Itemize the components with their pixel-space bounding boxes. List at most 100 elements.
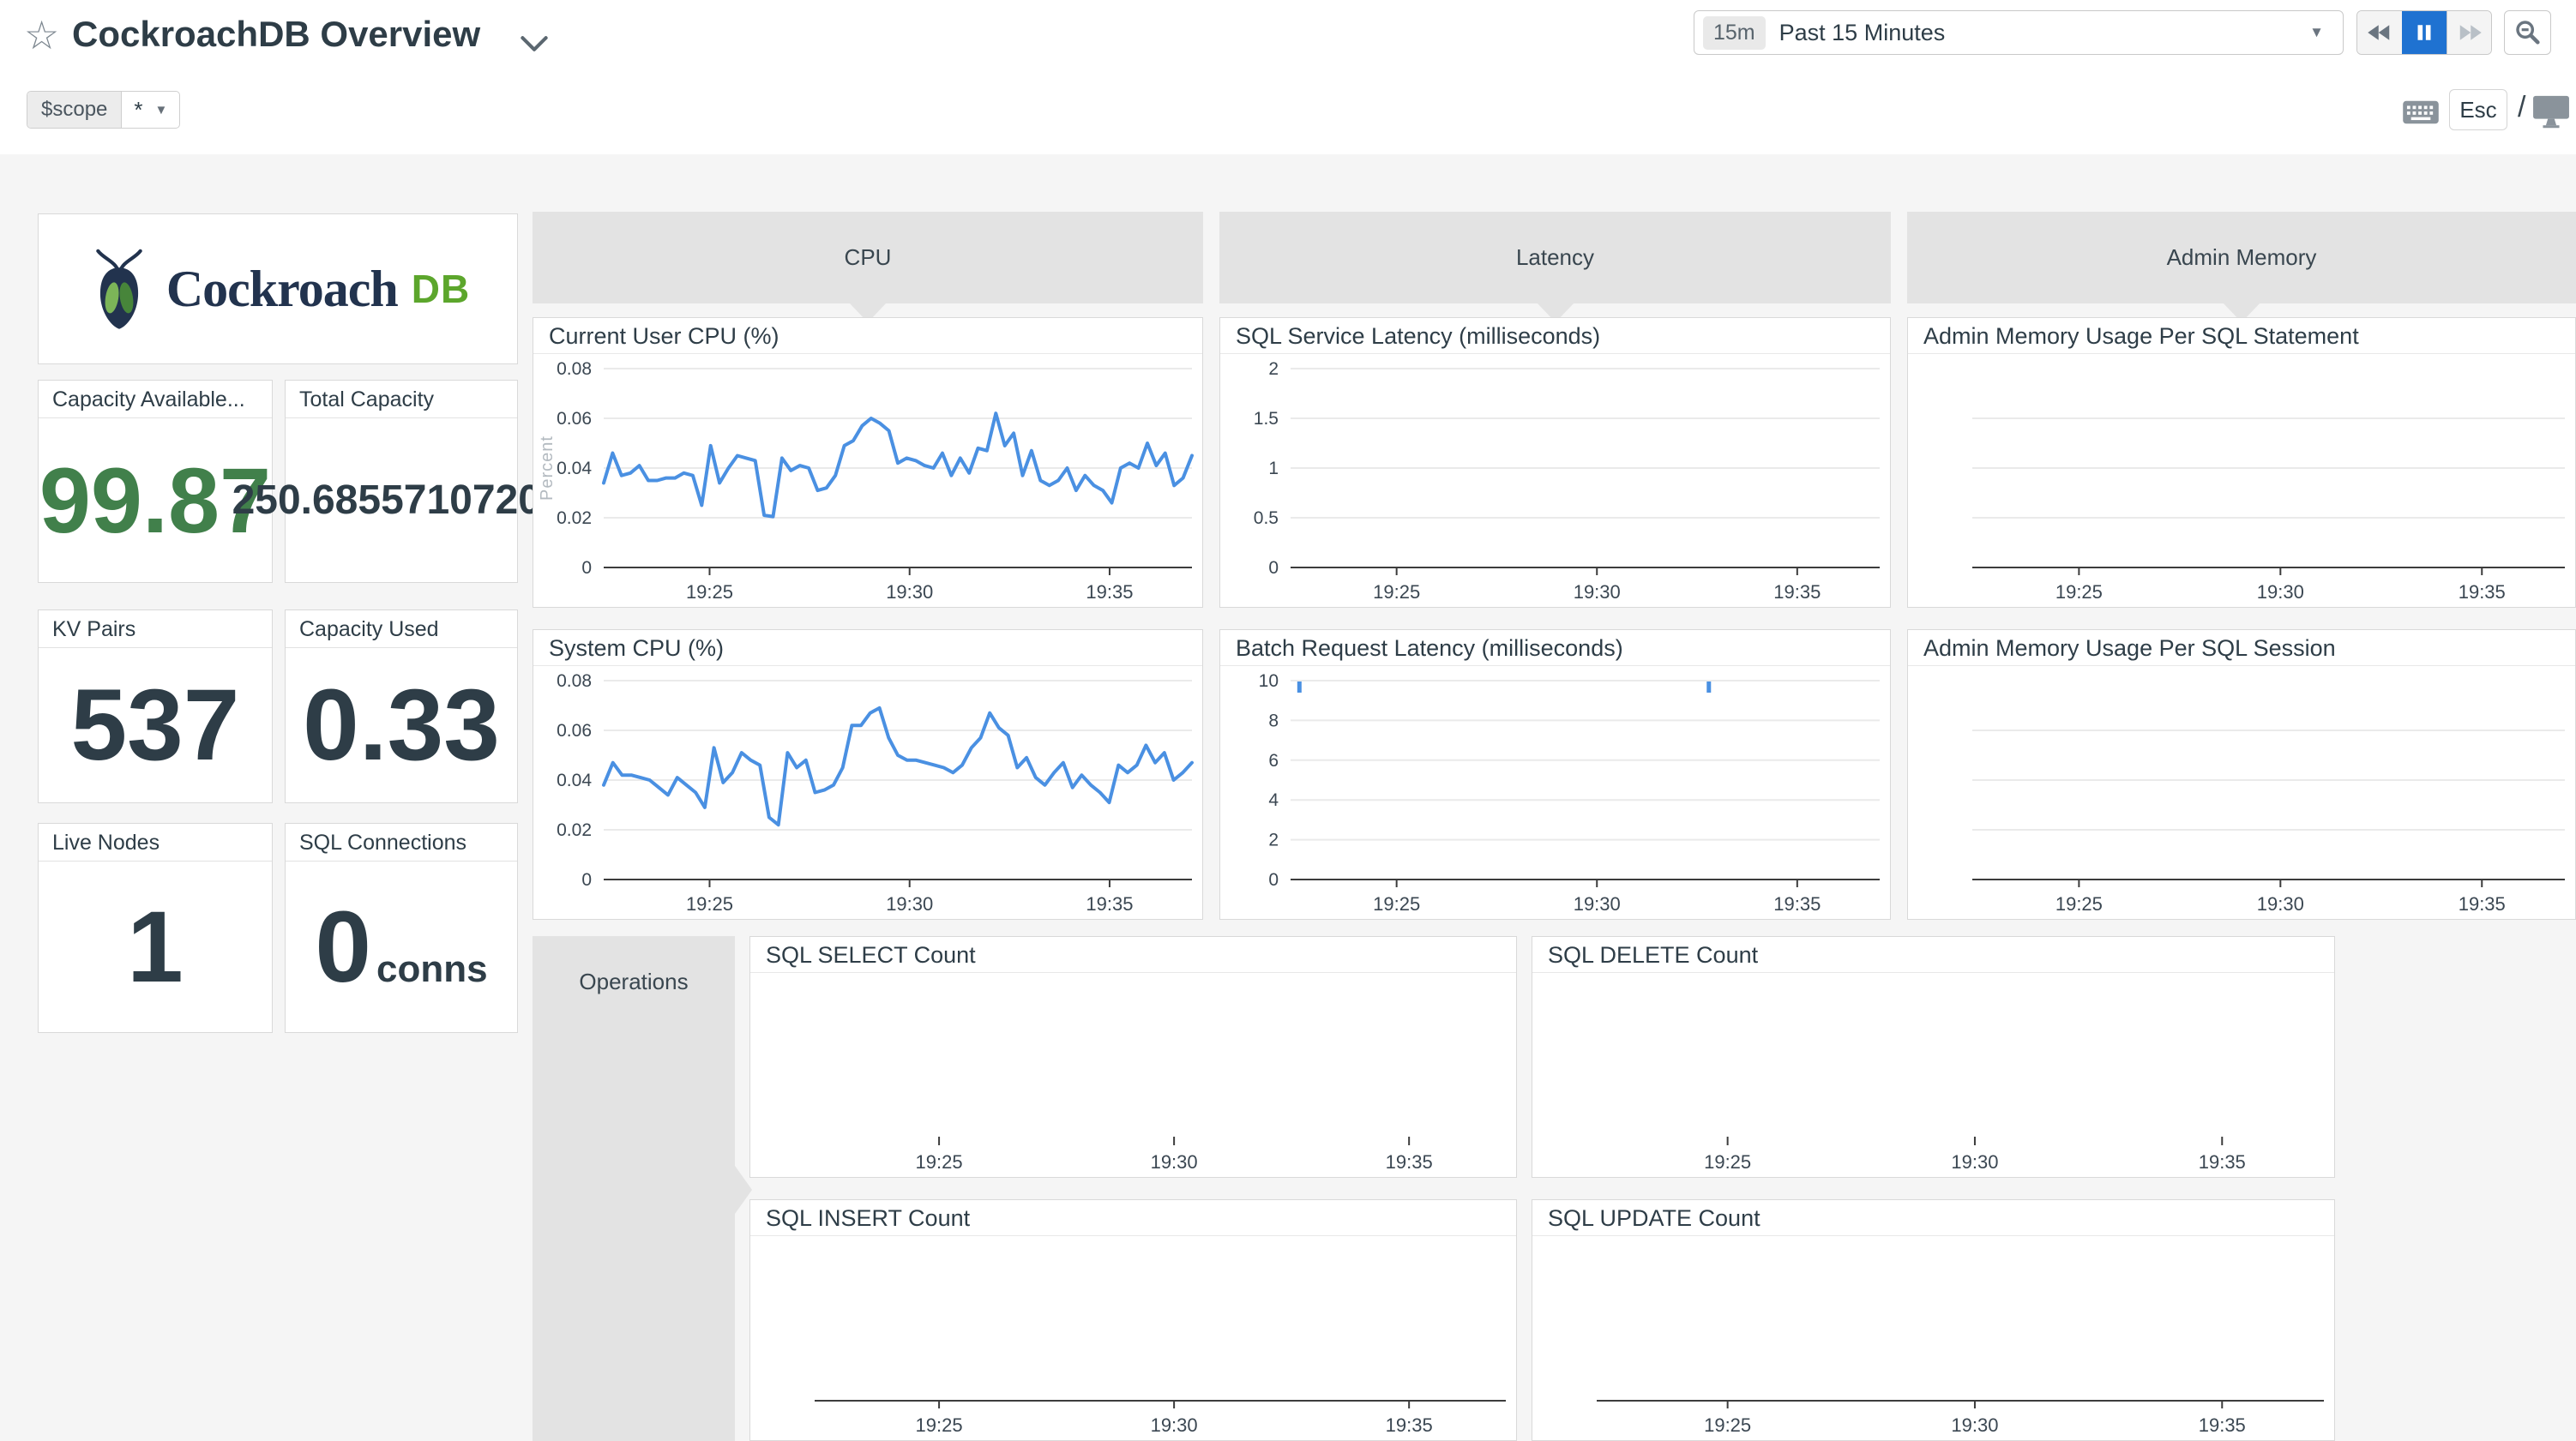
chart-title: SQL INSERT Count (750, 1200, 1516, 1236)
stat-value: 0 (315, 897, 371, 998)
svg-text:0.02: 0.02 (557, 820, 592, 840)
stat-value: 0.33 (303, 675, 500, 776)
stat-value: 537 (71, 675, 240, 776)
stat-label: Total Capacity (286, 381, 517, 418)
svg-text:19:30: 19:30 (1574, 893, 1621, 915)
chart-card-sql-service-latency: SQL Service Latency (milliseconds) 00.51… (1219, 317, 1891, 608)
svg-text:19:35: 19:35 (2199, 1414, 2246, 1436)
chart-plot-sql-service-latency[interactable]: 00.511.5219:2519:3019:35 (1220, 355, 1890, 607)
cockroachdb-logo-widget: Cockroach DB (38, 213, 518, 364)
svg-text:0.5: 0.5 (1254, 508, 1279, 528)
svg-text:19:30: 19:30 (1951, 1151, 1998, 1173)
stat-sql-connections[interactable]: SQL Connections 0 conns (285, 823, 518, 1033)
svg-text:19:30: 19:30 (2257, 581, 2304, 603)
time-range-badge: 15m (1703, 16, 1766, 50)
svg-text:2: 2 (1268, 359, 1279, 379)
chart-card-admin-mem-statement: Admin Memory Usage Per SQL Statement 19:… (1907, 317, 2576, 608)
forward-button[interactable] (2447, 11, 2491, 54)
svg-text:19:30: 19:30 (1151, 1414, 1198, 1436)
svg-text:19:35: 19:35 (2459, 581, 2506, 603)
chart-title: Admin Memory Usage Per SQL Statement (1908, 318, 2575, 354)
svg-text:19:35: 19:35 (1386, 1414, 1433, 1436)
group-label: Admin Memory (2167, 244, 2317, 271)
chart-card-sql-delete-count: SQL DELETE Count 19:25 19:30 19:35 (1532, 936, 2335, 1178)
chart-plot-sql-insert-count[interactable]: 19:25 19:30 19:35 (750, 1237, 1516, 1440)
svg-text:19:30: 19:30 (1951, 1414, 1998, 1436)
svg-text:19:25: 19:25 (1704, 1151, 1751, 1173)
chart-card-admin-mem-session: Admin Memory Usage Per SQL Session 19:25… (1907, 629, 2576, 920)
chart-title: Current User CPU (%) (533, 318, 1202, 354)
svg-text:19:30: 19:30 (886, 581, 933, 603)
chart-title: SQL DELETE Count (1532, 937, 2334, 973)
svg-text:19:25: 19:25 (686, 581, 733, 603)
svg-text:19:25: 19:25 (686, 893, 733, 915)
time-player-controls (2356, 10, 2492, 55)
svg-text:19:25: 19:25 (916, 1151, 963, 1173)
chart-title: SQL UPDATE Count (1532, 1200, 2334, 1236)
chart-plot-system-cpu[interactable]: 00.020.040.060.0819:2519:3019:35 (533, 667, 1202, 919)
chart-plot-sql-select-count[interactable]: 19:2519:3019:35 (750, 974, 1516, 1177)
stat-label: Capacity Used (286, 610, 517, 648)
group-header-cpu: CPU (533, 212, 1203, 303)
svg-text:19:35: 19:35 (1086, 893, 1133, 915)
chart-plot-sql-update-count[interactable]: 19:25 19:30 19:35 (1532, 1237, 2334, 1440)
chart-card-sql-select-count: SQL SELECT Count 19:2519:3019:35 (749, 936, 1517, 1178)
chart-plot-batch-request-latency[interactable]: 024681019:2519:3019:35 (1220, 667, 1890, 919)
stat-capacity-used[interactable]: Capacity Used 0.33 (285, 609, 518, 803)
svg-text:19:25: 19:25 (916, 1414, 963, 1436)
svg-text:10: 10 (1259, 671, 1279, 691)
pause-button[interactable] (2402, 11, 2447, 54)
logo-wordmark: Cockroach (166, 260, 398, 319)
chart-plot-sql-delete-count[interactable]: 19:25 19:30 19:35 (1532, 974, 2334, 1177)
fullscreen-monitor-icon[interactable] (2531, 94, 2571, 133)
chart-plot-admin-mem-statement[interactable]: 19:2519:3019:35 (1908, 355, 2575, 607)
svg-text:19:25: 19:25 (2055, 893, 2103, 915)
svg-text:0: 0 (1268, 558, 1279, 578)
magnifier-minus-icon (2514, 19, 2542, 46)
favorite-star-icon[interactable]: ☆ (24, 12, 59, 58)
svg-text:19:35: 19:35 (1773, 581, 1821, 603)
chevron-down-icon[interactable] (520, 34, 549, 57)
caret-down-icon: ▼ (2309, 24, 2324, 41)
svg-text:0.04: 0.04 (557, 771, 592, 790)
stat-live-nodes[interactable]: Live Nodes 1 (38, 823, 273, 1033)
zoom-out-button[interactable] (2504, 10, 2551, 55)
stat-value: 250.6855710720 (232, 480, 541, 521)
chart-title: Batch Request Latency (milliseconds) (1220, 630, 1890, 666)
scope-variable-value-dropdown[interactable]: * ▼ (122, 92, 179, 128)
group-header-latency: Latency (1219, 212, 1891, 303)
fast-forward-icon (2457, 20, 2483, 45)
caret-down-icon: ▼ (155, 103, 168, 117)
time-range-selector[interactable]: 15m Past 15 Minutes ▼ (1694, 10, 2344, 55)
svg-text:19:25: 19:25 (1704, 1414, 1751, 1436)
rewind-button[interactable] (2357, 11, 2402, 54)
group-header-operations: Operations (533, 936, 735, 1441)
dashboard-page: ☆ CockroachDB Overview $scope * ▼ 15m Pa… (0, 0, 2576, 1441)
svg-text:19:30: 19:30 (2257, 893, 2304, 915)
chart-plot-admin-mem-session[interactable]: 19:2519:3019:35 (1908, 667, 2575, 919)
svg-text:19:30: 19:30 (886, 893, 933, 915)
chart-card-batch-request-latency: Batch Request Latency (milliseconds) 024… (1219, 629, 1891, 920)
svg-text:1.5: 1.5 (1254, 409, 1279, 429)
svg-text:19:35: 19:35 (1086, 581, 1133, 603)
esc-key-hint: Esc (2449, 89, 2507, 130)
stat-kv-pairs[interactable]: KV Pairs 537 (38, 609, 273, 803)
svg-text:2: 2 (1268, 831, 1279, 850)
svg-text:Percent: Percent (538, 435, 557, 501)
chart-card-sql-update-count: SQL UPDATE Count 19:25 19:30 19:35 (1532, 1199, 2335, 1441)
svg-text:0.08: 0.08 (557, 359, 592, 379)
svg-text:1: 1 (1268, 459, 1279, 478)
svg-text:0.06: 0.06 (557, 409, 592, 429)
scope-template-variable[interactable]: $scope * ▼ (27, 91, 180, 129)
slash-separator: / (2518, 91, 2525, 124)
keyboard-shortcuts-icon[interactable] (2401, 98, 2441, 131)
cockroach-bug-icon (86, 246, 153, 332)
svg-text:0.04: 0.04 (557, 459, 592, 478)
svg-text:6: 6 (1268, 751, 1279, 771)
chart-plot-current-user-cpu[interactable]: 00.020.040.060.0819:2519:3019:35Percent (533, 355, 1202, 607)
stat-total-capacity[interactable]: Total Capacity 250.6855710720 GB (285, 380, 518, 583)
group-label: Operations (533, 936, 735, 995)
chart-card-current-user-cpu: Current User CPU (%) 00.020.040.060.0819… (533, 317, 1203, 608)
svg-text:19:35: 19:35 (2199, 1151, 2246, 1173)
page-title[interactable]: CockroachDB Overview (72, 14, 480, 55)
